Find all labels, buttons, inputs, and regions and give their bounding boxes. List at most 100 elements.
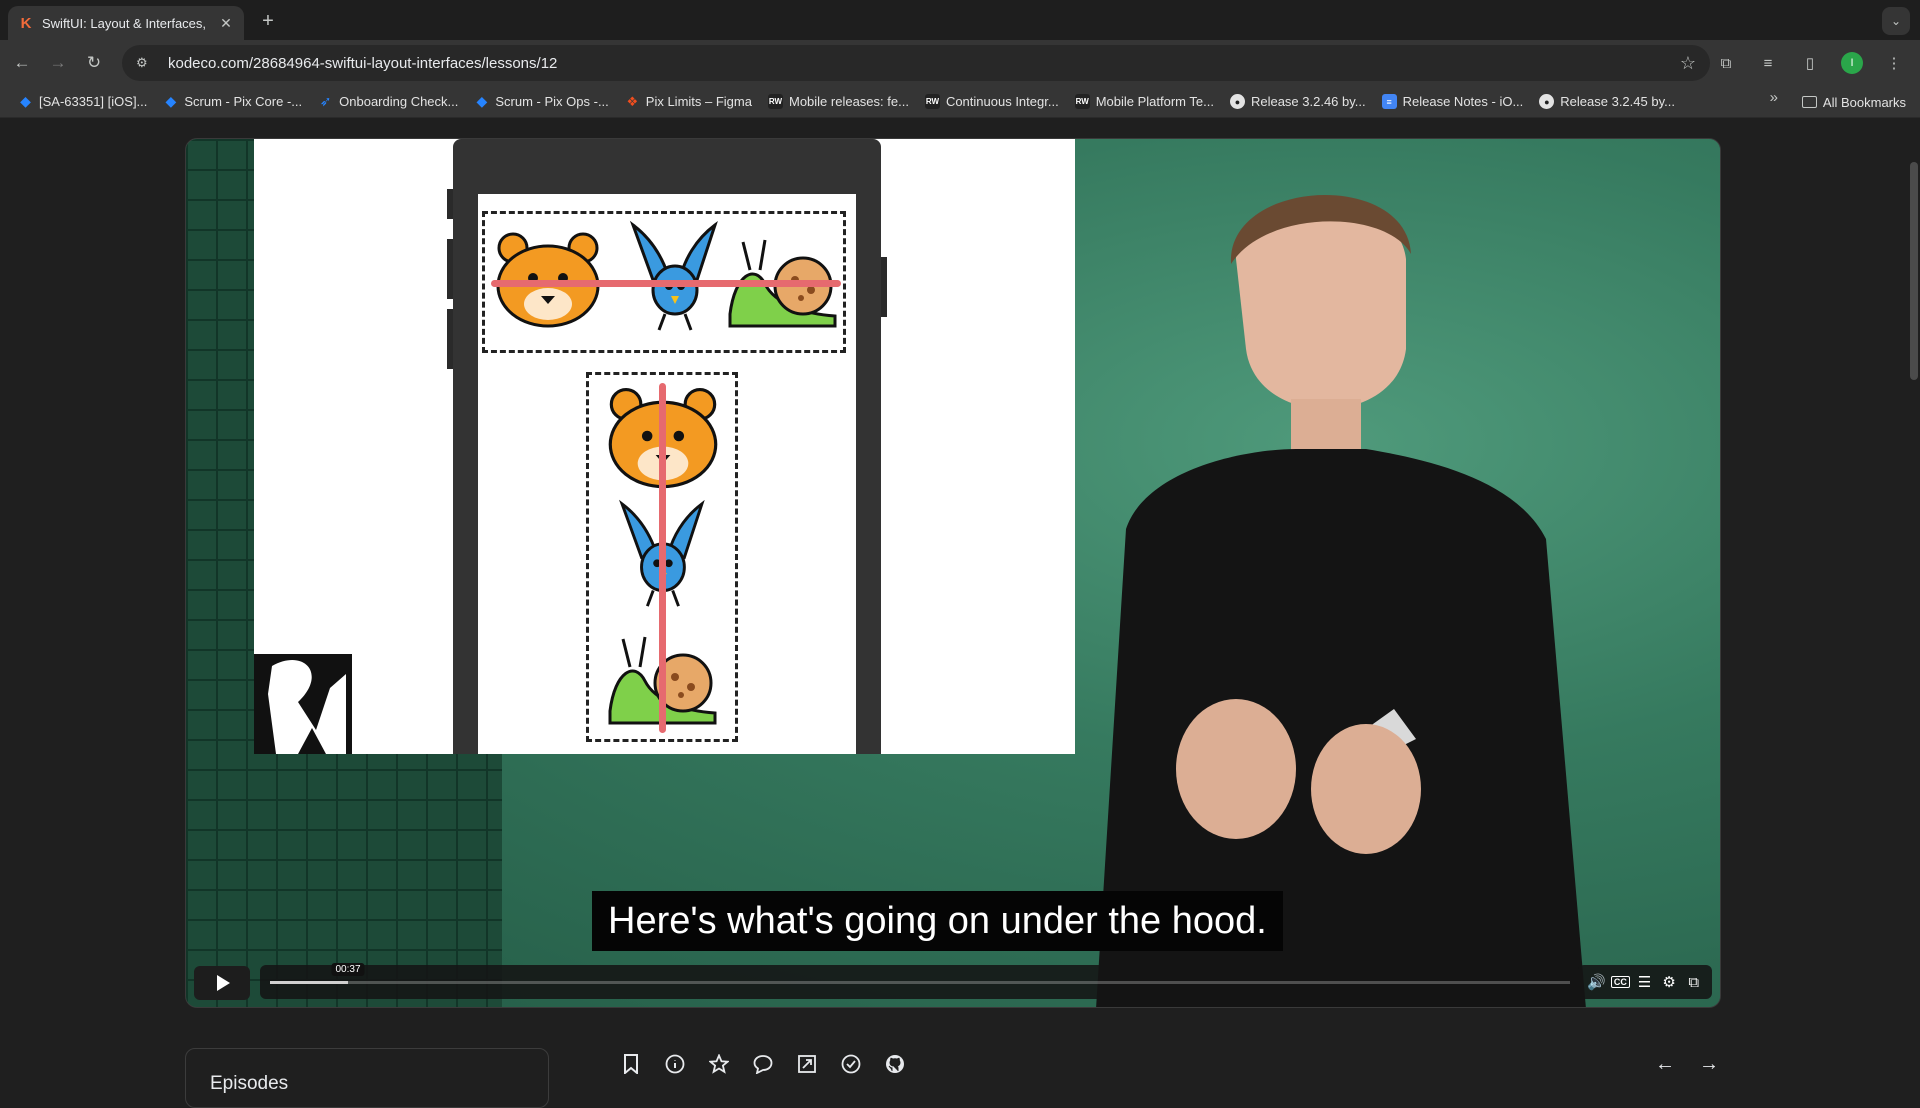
github-icon[interactable] bbox=[884, 1053, 906, 1075]
address-bar[interactable]: ⚙ kodeco.com/28684964-swiftui-layout-int… bbox=[122, 45, 1710, 81]
next-lesson-icon[interactable]: → bbox=[1698, 1053, 1720, 1075]
tab-search-button[interactable]: ⌄ bbox=[1882, 7, 1910, 35]
browser-tab[interactable]: K SwiftUI: Layout & Interfaces, l ✕ bbox=[8, 6, 244, 40]
bookmark-label: [SA-63351] [iOS]... bbox=[39, 94, 148, 109]
page-content: Here's what's going on under the hood. 0… bbox=[0, 118, 1920, 1108]
vertical-center-guide bbox=[659, 383, 666, 733]
video-player[interactable]: Here's what's going on under the hood. 0… bbox=[185, 138, 1721, 1008]
phone-side-button bbox=[447, 239, 453, 299]
bookmark-item[interactable]: RW Continuous Integr... bbox=[917, 89, 1067, 115]
complete-check-icon[interactable] bbox=[840, 1053, 862, 1075]
phone-side-button bbox=[447, 309, 453, 369]
rw-icon: RW bbox=[767, 94, 783, 109]
extensions-icon[interactable]: ⧉ bbox=[1708, 45, 1744, 81]
menu-icon[interactable]: ⋮ bbox=[1876, 45, 1912, 81]
bookmark-icon[interactable] bbox=[620, 1053, 642, 1075]
episodes-heading: Episodes bbox=[210, 1073, 289, 1094]
all-bookmarks-button[interactable]: All Bookmarks bbox=[1794, 89, 1914, 115]
bookmark-label: Scrum - Pix Core -... bbox=[184, 94, 303, 109]
progress-bar[interactable]: 00:37 bbox=[260, 963, 1580, 999]
previous-lesson-icon[interactable]: ← bbox=[1654, 1053, 1676, 1075]
bookmarks-bar: ◆ [SA-63351] [iOS]... ◆ Scrum - Pix Core -… bbox=[0, 86, 1920, 118]
video-caption: Here's what's going on under the hood. bbox=[592, 891, 1283, 951]
side-panel-icon[interactable]: ▯ bbox=[1792, 45, 1828, 81]
bookmarks-overflow-icon[interactable]: » bbox=[1770, 89, 1778, 106]
bookmark-label: Mobile releases: fe... bbox=[788, 94, 909, 109]
bookmark-label: Release 3.2.45 by... bbox=[1560, 94, 1675, 109]
all-bookmarks-label: All Bookmarks bbox=[1822, 94, 1906, 110]
tab-title: SwiftUI: Layout & Interfaces, l bbox=[42, 15, 210, 31]
hstack-frame bbox=[482, 211, 846, 353]
rw-logo-icon bbox=[254, 654, 352, 754]
closed-captions-icon[interactable]: CC bbox=[1610, 976, 1630, 988]
jira-icon: ◆ bbox=[20, 93, 31, 109]
phone-side-button bbox=[881, 257, 887, 317]
kodeco-favicon-icon: K bbox=[20, 14, 32, 32]
horizontal-center-guide bbox=[491, 280, 841, 287]
bookmark-item[interactable]: ➶ Onboarding Check... bbox=[310, 89, 466, 115]
play-icon bbox=[217, 975, 230, 991]
docs-icon: ≡ bbox=[1381, 94, 1397, 109]
page-scrollbar[interactable] bbox=[1910, 162, 1918, 380]
github-icon: ● bbox=[1539, 94, 1555, 109]
bookmark-item[interactable]: ❖ Pix Limits – Figma bbox=[617, 89, 760, 115]
bookmark-label: Mobile Platform Te... bbox=[1095, 94, 1214, 109]
bookmark-label: Pix Limits – Figma bbox=[645, 94, 752, 109]
bookmark-item[interactable]: ● Release 3.2.45 by... bbox=[1531, 89, 1683, 115]
forward-icon[interactable]: → bbox=[40, 45, 76, 81]
transcript-icon[interactable]: ☰ bbox=[1634, 973, 1654, 991]
site-info-icon[interactable]: ⚙ bbox=[136, 55, 156, 71]
bird-icon bbox=[629, 220, 718, 331]
jira-icon: ◆ bbox=[476, 93, 488, 109]
bookmark-label: Continuous Integr... bbox=[945, 94, 1059, 109]
player-icon-group: 🔊 CC ☰ ⚙ ⧉ bbox=[1578, 965, 1712, 999]
bookmark-item[interactable]: RW Mobile Platform Te... bbox=[1067, 89, 1222, 115]
bookmark-item[interactable]: ◆ [SA-63351] [iOS]... bbox=[10, 89, 155, 115]
new-tab-button[interactable]: + bbox=[254, 8, 282, 36]
back-icon[interactable]: ← bbox=[4, 45, 40, 81]
bookmark-label: Release 3.2.46 by... bbox=[1250, 94, 1366, 109]
episodes-panel[interactable]: Episodes bbox=[185, 1048, 549, 1108]
bookmark-item[interactable]: ◆ Scrum - Pix Core -... bbox=[155, 89, 310, 115]
lesson-actions bbox=[620, 1053, 906, 1075]
bookmark-label: Scrum - Pix Ops -... bbox=[495, 94, 609, 109]
vstack-frame bbox=[586, 372, 738, 742]
progress-track[interactable]: 00:37 bbox=[270, 963, 1570, 984]
bookmark-item[interactable]: ● Release 3.2.46 by... bbox=[1222, 89, 1374, 115]
bookmark-item[interactable]: ≡ Release Notes - iO... bbox=[1374, 89, 1532, 115]
bookmark-item[interactable]: RW Mobile releases: fe... bbox=[760, 89, 917, 115]
star-icon[interactable] bbox=[708, 1053, 730, 1075]
profile-button[interactable]: I bbox=[1834, 45, 1870, 81]
comment-icon[interactable] bbox=[752, 1053, 774, 1075]
bookmark-item[interactable]: ◆ Scrum - Pix Ops -... bbox=[466, 89, 616, 115]
lesson-slide bbox=[254, 139, 1075, 754]
jira-icon: ➶ bbox=[319, 93, 332, 109]
url-text[interactable]: kodeco.com/28684964-swiftui-layout-inter… bbox=[168, 55, 1680, 72]
rw-icon: RW bbox=[924, 94, 940, 109]
picture-in-picture-icon[interactable]: ⧉ bbox=[1684, 974, 1704, 991]
current-time-tooltip: 00:37 bbox=[331, 963, 365, 976]
bookmark-label: Onboarding Check... bbox=[339, 94, 459, 109]
media-controls-icon[interactable]: ≡ bbox=[1750, 45, 1786, 81]
volume-icon[interactable]: 🔊 bbox=[1586, 973, 1606, 991]
folder-icon bbox=[1801, 96, 1817, 108]
progress-fill bbox=[270, 981, 348, 984]
figma-icon: ❖ bbox=[626, 93, 639, 109]
github-icon: ● bbox=[1229, 94, 1245, 109]
reload-icon[interactable]: ↻ bbox=[76, 45, 112, 81]
download-materials-icon[interactable] bbox=[796, 1053, 818, 1075]
bookmark-label: Release Notes - iO... bbox=[1402, 94, 1524, 109]
tiger-icon bbox=[496, 232, 600, 328]
settings-gear-icon[interactable]: ⚙ bbox=[1659, 973, 1679, 991]
info-icon[interactable] bbox=[664, 1053, 686, 1075]
browser-toolbar: ← → ↻ ⚙ kodeco.com/28684964-swiftui-layo… bbox=[0, 40, 1920, 86]
rw-icon: RW bbox=[1074, 94, 1090, 109]
tab-strip: K SwiftUI: Layout & Interfaces, l ✕ + ⌄ bbox=[0, 0, 1920, 40]
presenter-figure bbox=[1096, 195, 1586, 1007]
phone-side-button bbox=[447, 189, 453, 219]
lesson-pager: ← → bbox=[1654, 1053, 1720, 1075]
close-tab-icon[interactable]: ✕ bbox=[218, 15, 234, 32]
bookmark-star-icon[interactable]: ☆ bbox=[1680, 53, 1696, 74]
play-button[interactable] bbox=[194, 966, 250, 1000]
avatar: I bbox=[1841, 52, 1863, 74]
